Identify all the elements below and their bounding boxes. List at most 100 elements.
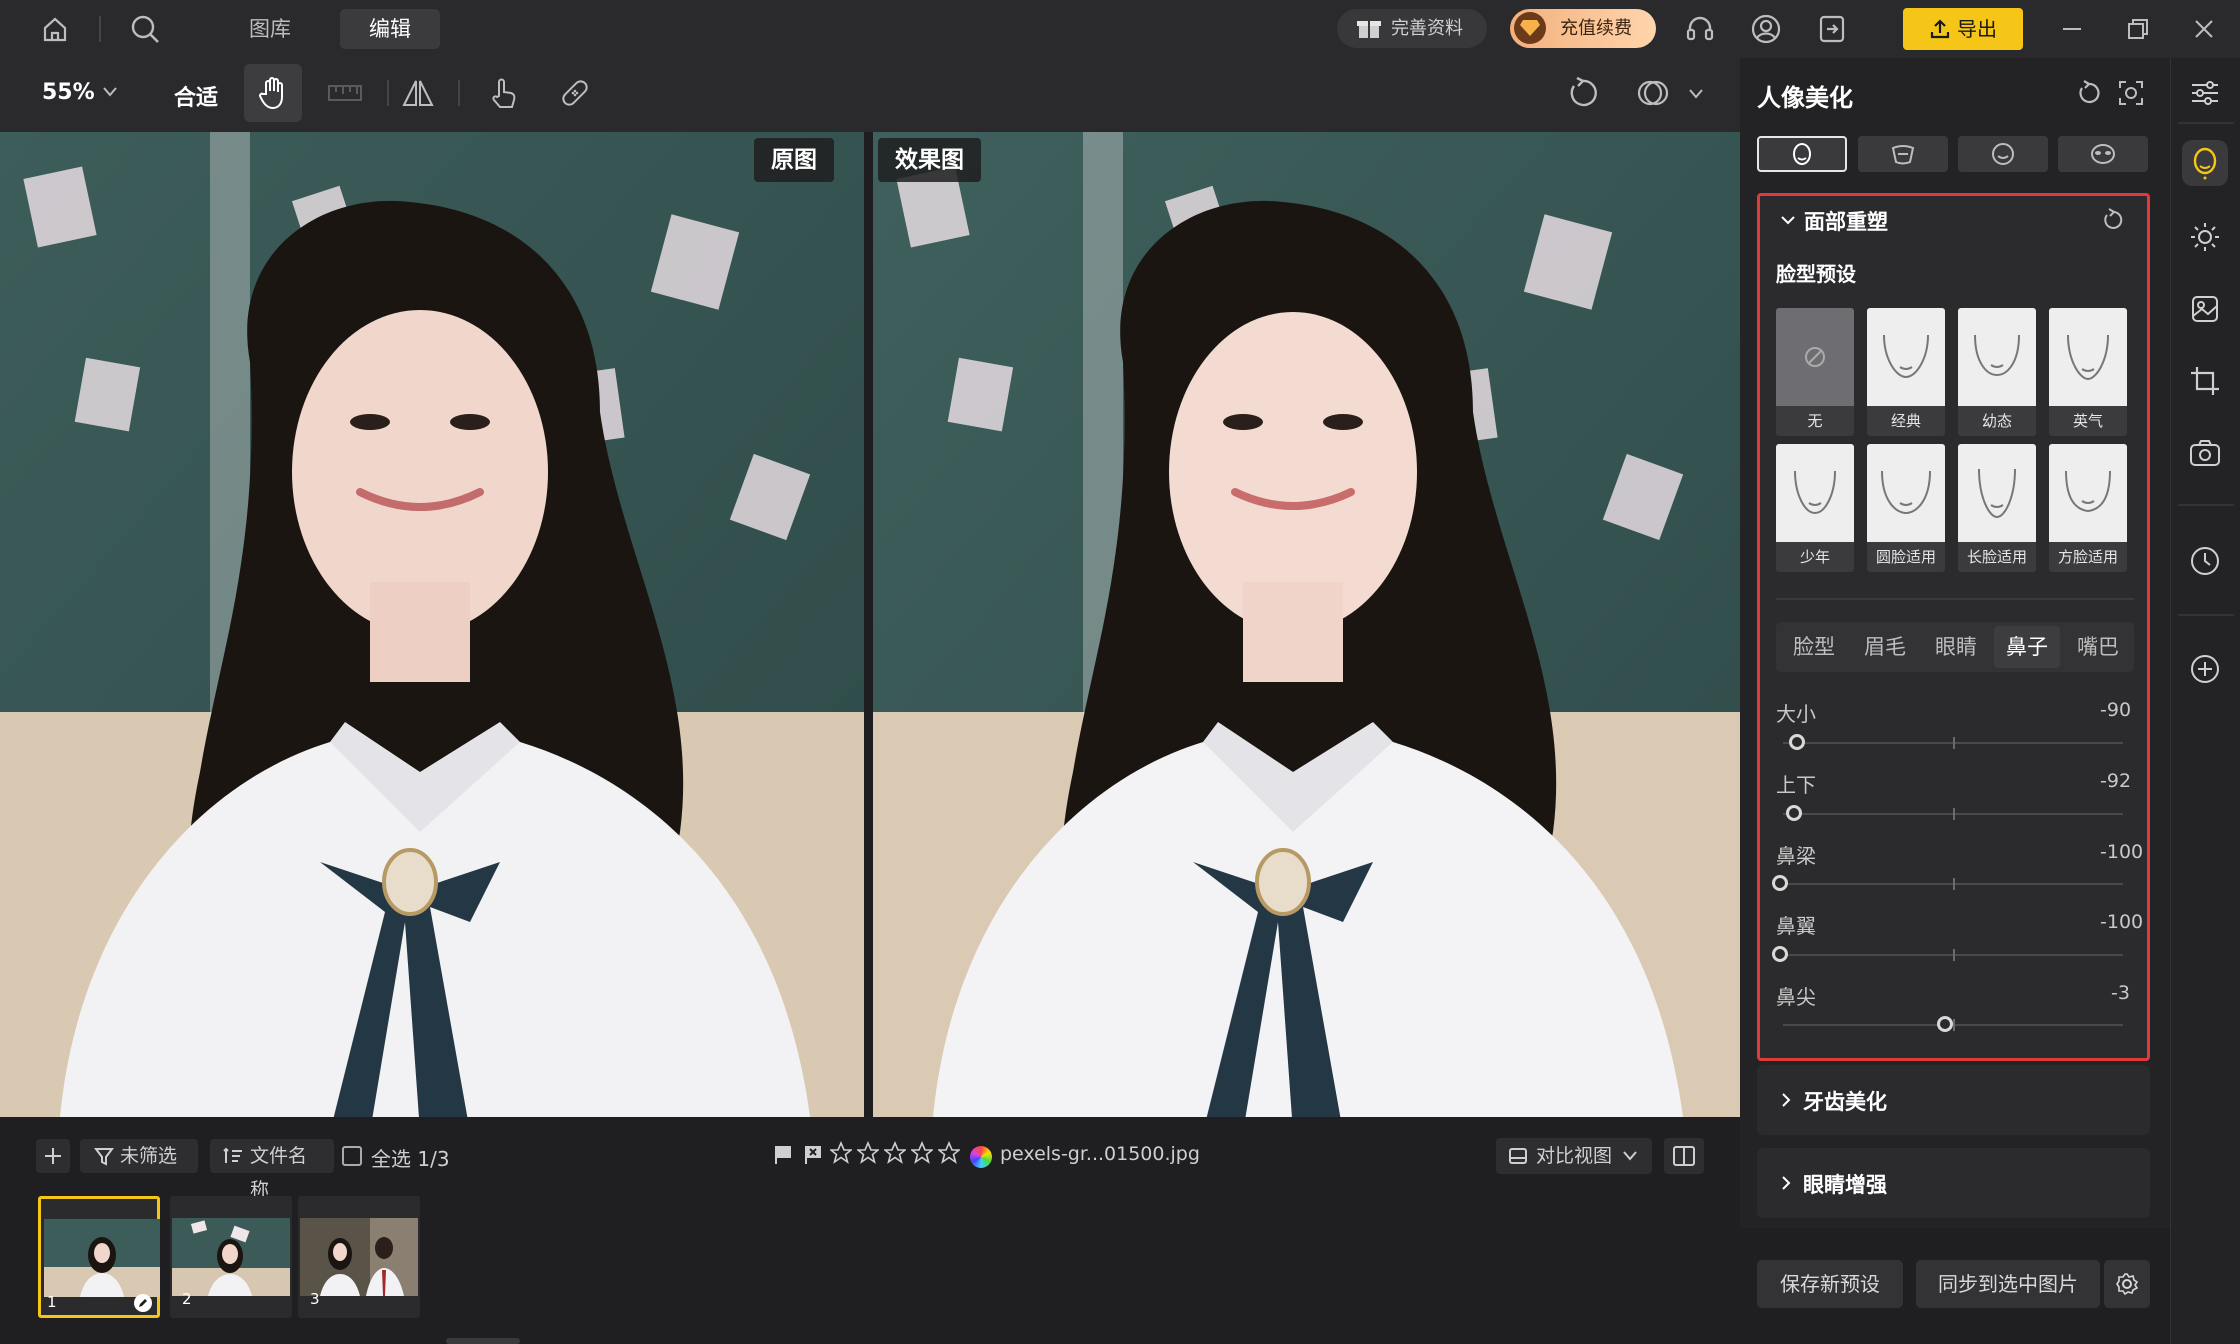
slider-knob-vertical[interactable] bbox=[1785, 805, 1802, 821]
thumbnail-3[interactable]: 3 bbox=[298, 1196, 420, 1318]
color-label-icon[interactable] bbox=[970, 1146, 992, 1168]
import-icon[interactable] bbox=[1812, 9, 1852, 49]
portrait-icon[interactable] bbox=[2182, 140, 2228, 186]
tab-smile[interactable] bbox=[1958, 136, 2048, 172]
thumbnail-image bbox=[172, 1218, 290, 1296]
thumbnail-1[interactable]: 1 bbox=[38, 1196, 160, 1318]
effect-image-pane[interactable] bbox=[873, 132, 1740, 1117]
tab-face-reshape[interactable] bbox=[1757, 136, 1847, 172]
tab-eyebrows[interactable]: 眉毛 bbox=[1852, 626, 1918, 668]
section-eyes[interactable]: 眼睛增强 bbox=[1757, 1148, 2150, 1218]
star-icon[interactable] bbox=[911, 1141, 933, 1165]
slider-knob-tip[interactable] bbox=[1936, 1016, 1953, 1032]
tab-nose[interactable]: 鼻子 bbox=[1994, 626, 2060, 668]
slider-label-bridge: 鼻梁 bbox=[1776, 844, 1816, 868]
slider-track-vertical[interactable] bbox=[1783, 808, 2123, 820]
face-outline-icon bbox=[1978, 468, 2016, 519]
star-icon[interactable] bbox=[857, 1141, 879, 1165]
slider-value-wing: -100 bbox=[2100, 911, 2144, 933]
preset-square-face[interactable]: 方脸适用 bbox=[2049, 444, 2127, 572]
filename: pexels-gr...01500.jpg bbox=[1000, 1143, 1200, 1165]
reset-icon[interactable] bbox=[2076, 80, 2102, 106]
preset-youthful[interactable]: 幼态 bbox=[1958, 308, 2036, 436]
bandage-icon[interactable] bbox=[546, 64, 604, 122]
preset-classic[interactable]: 经典 bbox=[1867, 308, 1945, 436]
slider-track-bridge[interactable] bbox=[1783, 878, 2123, 890]
tab-makeup[interactable] bbox=[2058, 136, 2148, 172]
filter-button[interactable]: 未筛选 bbox=[80, 1139, 198, 1173]
slider-knob-bridge[interactable] bbox=[1772, 875, 1788, 891]
chevron-down-icon[interactable] bbox=[1688, 88, 1704, 100]
tab-face-shape[interactable]: 脸型 bbox=[1781, 626, 1847, 668]
complete-profile-button[interactable]: 完善资料 bbox=[1337, 9, 1487, 48]
ruler-icon[interactable] bbox=[316, 64, 374, 122]
search-icon[interactable] bbox=[125, 9, 165, 49]
nav-edit[interactable]: 编辑 bbox=[340, 9, 440, 49]
filmstrip-scrollbar[interactable] bbox=[446, 1338, 520, 1344]
close-icon[interactable] bbox=[2184, 9, 2224, 49]
camera-icon[interactable] bbox=[2182, 430, 2228, 476]
slider-knob-wing[interactable] bbox=[1772, 946, 1788, 962]
face-outline-icon bbox=[1881, 470, 1931, 515]
preset-heroic[interactable]: 英气 bbox=[2049, 308, 2127, 436]
flip-icon[interactable] bbox=[389, 64, 447, 122]
add-circle-icon[interactable] bbox=[2182, 646, 2228, 692]
crop-icon[interactable] bbox=[2182, 358, 2228, 404]
history-icon[interactable] bbox=[2182, 538, 2228, 584]
filter-icon bbox=[94, 1146, 114, 1166]
slider-track-wing[interactable] bbox=[1783, 949, 2123, 961]
star-icon[interactable] bbox=[884, 1141, 906, 1165]
chevron-down-icon[interactable] bbox=[102, 86, 118, 98]
tab-body[interactable] bbox=[1858, 136, 1948, 172]
preset-long-face[interactable]: 长脸适用 bbox=[1958, 444, 2036, 572]
section-teeth[interactable]: 牙齿美化 bbox=[1757, 1065, 2150, 1135]
hand-tool-icon[interactable] bbox=[244, 64, 302, 122]
slider-track-tip[interactable] bbox=[1783, 1019, 2123, 1031]
star-rating[interactable] bbox=[830, 1141, 960, 1165]
split-view-icon[interactable] bbox=[1664, 1138, 1704, 1174]
export-button[interactable]: 导出 bbox=[1903, 8, 2023, 50]
tab-mouth[interactable]: 嘴巴 bbox=[2065, 626, 2131, 668]
preset-boyish[interactable]: 少年 bbox=[1776, 444, 1854, 572]
chevron-down-icon[interactable] bbox=[1780, 212, 1796, 228]
restore-icon[interactable] bbox=[2118, 9, 2158, 49]
preset-round-face[interactable]: 圆脸适用 bbox=[1867, 444, 1945, 572]
home-icon[interactable] bbox=[35, 9, 75, 49]
save-preset-button[interactable]: 保存新预设 bbox=[1757, 1260, 1903, 1308]
slider-value-vertical: -92 bbox=[2100, 770, 2132, 792]
star-icon[interactable] bbox=[938, 1141, 960, 1165]
fit-button[interactable]: 合适 bbox=[174, 80, 218, 112]
touch-icon[interactable] bbox=[474, 64, 532, 122]
thumbnail-2[interactable]: 2 bbox=[170, 1196, 292, 1318]
tab-eyes[interactable]: 眼睛 bbox=[1923, 626, 1989, 668]
preset-none[interactable]: 无 bbox=[1776, 308, 1854, 436]
user-icon[interactable] bbox=[1746, 9, 1786, 49]
headset-icon[interactable] bbox=[1680, 9, 1720, 49]
sync-button[interactable]: 同步到选中图片 bbox=[1916, 1260, 2100, 1308]
flag-icon[interactable] bbox=[772, 1144, 794, 1166]
sort-button[interactable]: 文件名称 bbox=[210, 1139, 334, 1201]
section-face-title[interactable]: 面部重塑 bbox=[1804, 206, 1888, 236]
zoom-level[interactable]: 55% bbox=[42, 80, 95, 105]
gear-icon[interactable] bbox=[2104, 1260, 2150, 1308]
view-mode-select[interactable]: 对比视图 bbox=[1496, 1138, 1652, 1174]
image-edit-icon[interactable] bbox=[2182, 286, 2228, 332]
add-icon[interactable] bbox=[36, 1139, 70, 1173]
select-all-checkbox[interactable] bbox=[342, 1146, 362, 1166]
minimize-icon[interactable] bbox=[2052, 9, 2092, 49]
mask-icon bbox=[2091, 144, 2115, 164]
adjust-sliders-icon[interactable] bbox=[2182, 70, 2228, 116]
brightness-icon[interactable] bbox=[2182, 214, 2228, 260]
split-divider[interactable] bbox=[864, 132, 873, 1117]
reset-icon[interactable] bbox=[2102, 208, 2126, 232]
nav-gallery[interactable]: 图库 bbox=[220, 9, 320, 49]
star-icon[interactable] bbox=[830, 1141, 852, 1165]
rotate-reset-icon[interactable] bbox=[1554, 64, 1612, 122]
compare-icon[interactable] bbox=[1624, 64, 1682, 122]
vip-recharge-button[interactable]: 充值续费 bbox=[1510, 9, 1656, 48]
face-scan-icon[interactable] bbox=[2118, 80, 2144, 106]
slider-track-size[interactable] bbox=[1783, 737, 2123, 749]
reject-flag-icon[interactable] bbox=[802, 1144, 824, 1166]
original-image-pane[interactable] bbox=[0, 132, 864, 1117]
slider-knob-size[interactable] bbox=[1789, 734, 1805, 750]
